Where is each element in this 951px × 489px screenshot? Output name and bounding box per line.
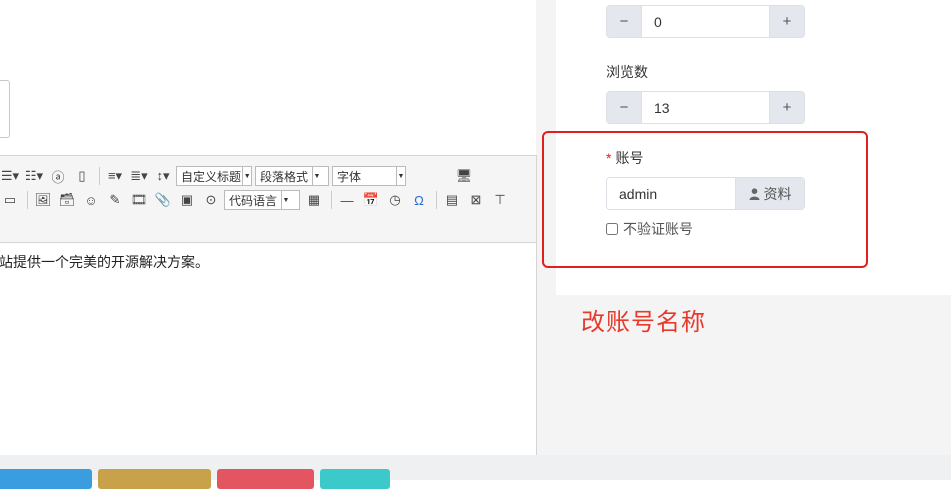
top-stepper-value[interactable]: 0 (641, 6, 770, 37)
chevron-down-icon: ▼ (312, 167, 321, 185)
page-icon[interactable]: ▯ (71, 166, 93, 186)
action-button-3[interactable] (217, 469, 314, 489)
views-increment-button[interactable]: + (770, 92, 804, 123)
paragraph-format-select[interactable]: 段落格式 ▼ (255, 166, 329, 186)
ordered-list-icon[interactable]: ☰▾ (0, 166, 21, 186)
annotation-highlight-box (542, 131, 868, 268)
chevron-down-icon: ▼ (396, 167, 405, 185)
multi-image-icon[interactable]: 🗃 (56, 190, 78, 210)
action-button-4[interactable] (320, 469, 390, 489)
unordered-list-icon[interactable]: ☷▾ (23, 166, 45, 186)
editor-content-text[interactable]: 站提供一个完美的开源解决方案。 (0, 252, 209, 272)
line-height-icon[interactable]: ↕▾ (152, 166, 174, 186)
row-spacing-icon[interactable]: ≣▾ (128, 166, 150, 186)
increment-button[interactable]: + (770, 6, 804, 37)
decrement-button[interactable]: − (607, 6, 641, 37)
code-language-select[interactable]: 代码语言 ▼ (224, 190, 300, 210)
align-block-icon[interactable]: ▭ (0, 190, 21, 210)
views-label: 浏览数 (606, 64, 648, 80)
views-value[interactable]: 13 (641, 92, 770, 123)
image-icon[interactable]: 🖼 (32, 190, 54, 210)
toolbar-row-1: ☰▾ ☷▾ ⓐ ▯ ≡▾ ≣▾ ↕▾ 自定义标题 ▼ 段落格式 ▼ 字体 ▼ 🖥 (0, 164, 477, 188)
insert-para-before-table-icon[interactable]: ⊤ (489, 190, 511, 210)
attachment-icon[interactable]: 📎 (152, 190, 174, 210)
custom-heading-select-label: 自定义标题 (181, 169, 242, 184)
delete-table-icon[interactable]: ⊠ (465, 190, 487, 210)
code-language-select-label: 代码语言 (229, 193, 278, 208)
top-number-stepper: − 0 + (606, 5, 805, 38)
table-icon[interactable]: ▤ (441, 190, 463, 210)
action-button-1[interactable] (0, 469, 92, 489)
editor-toolbar: ☰▾ ☷▾ ⓐ ▯ ≡▾ ≣▾ ↕▾ 自定义标题 ▼ 段落格式 ▼ 字体 ▼ 🖥… (0, 156, 536, 243)
action-button-2[interactable] (98, 469, 211, 489)
annotation-text: 改账号名称 (581, 309, 706, 336)
toolbar-row-2: ▭ 🖼 🗃 ☺ ✎ 🎞 📎 ▣ ⊙ 代码语言 ▼ ▦ — 📅 ◷ Ω ▤ ⊠ ⊤ (0, 188, 513, 212)
map-icon[interactable]: ▣ (176, 190, 198, 210)
rich-text-editor: ☰▾ ☷▾ ⓐ ▯ ≡▾ ≣▾ ↕▾ 自定义标题 ▼ 段落格式 ▼ 字体 ▼ 🖥… (0, 155, 537, 457)
preview-icon[interactable]: 🖥 (453, 166, 475, 186)
custom-heading-select[interactable]: 自定义标题 ▼ (176, 166, 252, 186)
font-select[interactable]: 字体 ▼ (332, 166, 406, 186)
anchor-icon[interactable]: ⓐ (47, 166, 69, 186)
time-icon[interactable]: ◷ (384, 190, 406, 210)
toolbar-divider (99, 167, 100, 185)
frame-icon[interactable]: ⊙ (200, 190, 222, 210)
chevron-down-icon: ▼ (242, 167, 251, 185)
template-icon[interactable]: ▦ (303, 190, 325, 210)
align-icon[interactable]: ≡▾ (104, 166, 126, 186)
views-stepper: − 13 + (606, 91, 805, 124)
date-icon[interactable]: 📅 (360, 190, 382, 210)
paragraph-format-select-label: 段落格式 (260, 169, 309, 184)
special-char-icon[interactable]: Ω (408, 190, 430, 210)
toolbar-divider (27, 191, 28, 209)
video-icon[interactable]: 🎞 (128, 190, 150, 210)
scrawl-icon[interactable]: ✎ (104, 190, 126, 210)
views-decrement-button[interactable]: − (607, 92, 641, 123)
emoji-icon[interactable]: ☺ (80, 190, 102, 210)
toolbar-divider (436, 191, 437, 209)
content-editor-panel: ☰▾ ☷▾ ⓐ ▯ ≡▾ ≣▾ ↕▾ 自定义标题 ▼ 段落格式 ▼ 字体 ▼ 🖥… (0, 0, 537, 480)
font-select-label: 字体 (337, 169, 362, 184)
toolbar-divider (331, 191, 332, 209)
chevron-down-icon: ▼ (281, 191, 290, 209)
horizontal-rule-icon[interactable]: — (336, 190, 358, 210)
summary-textarea[interactable] (0, 80, 10, 138)
